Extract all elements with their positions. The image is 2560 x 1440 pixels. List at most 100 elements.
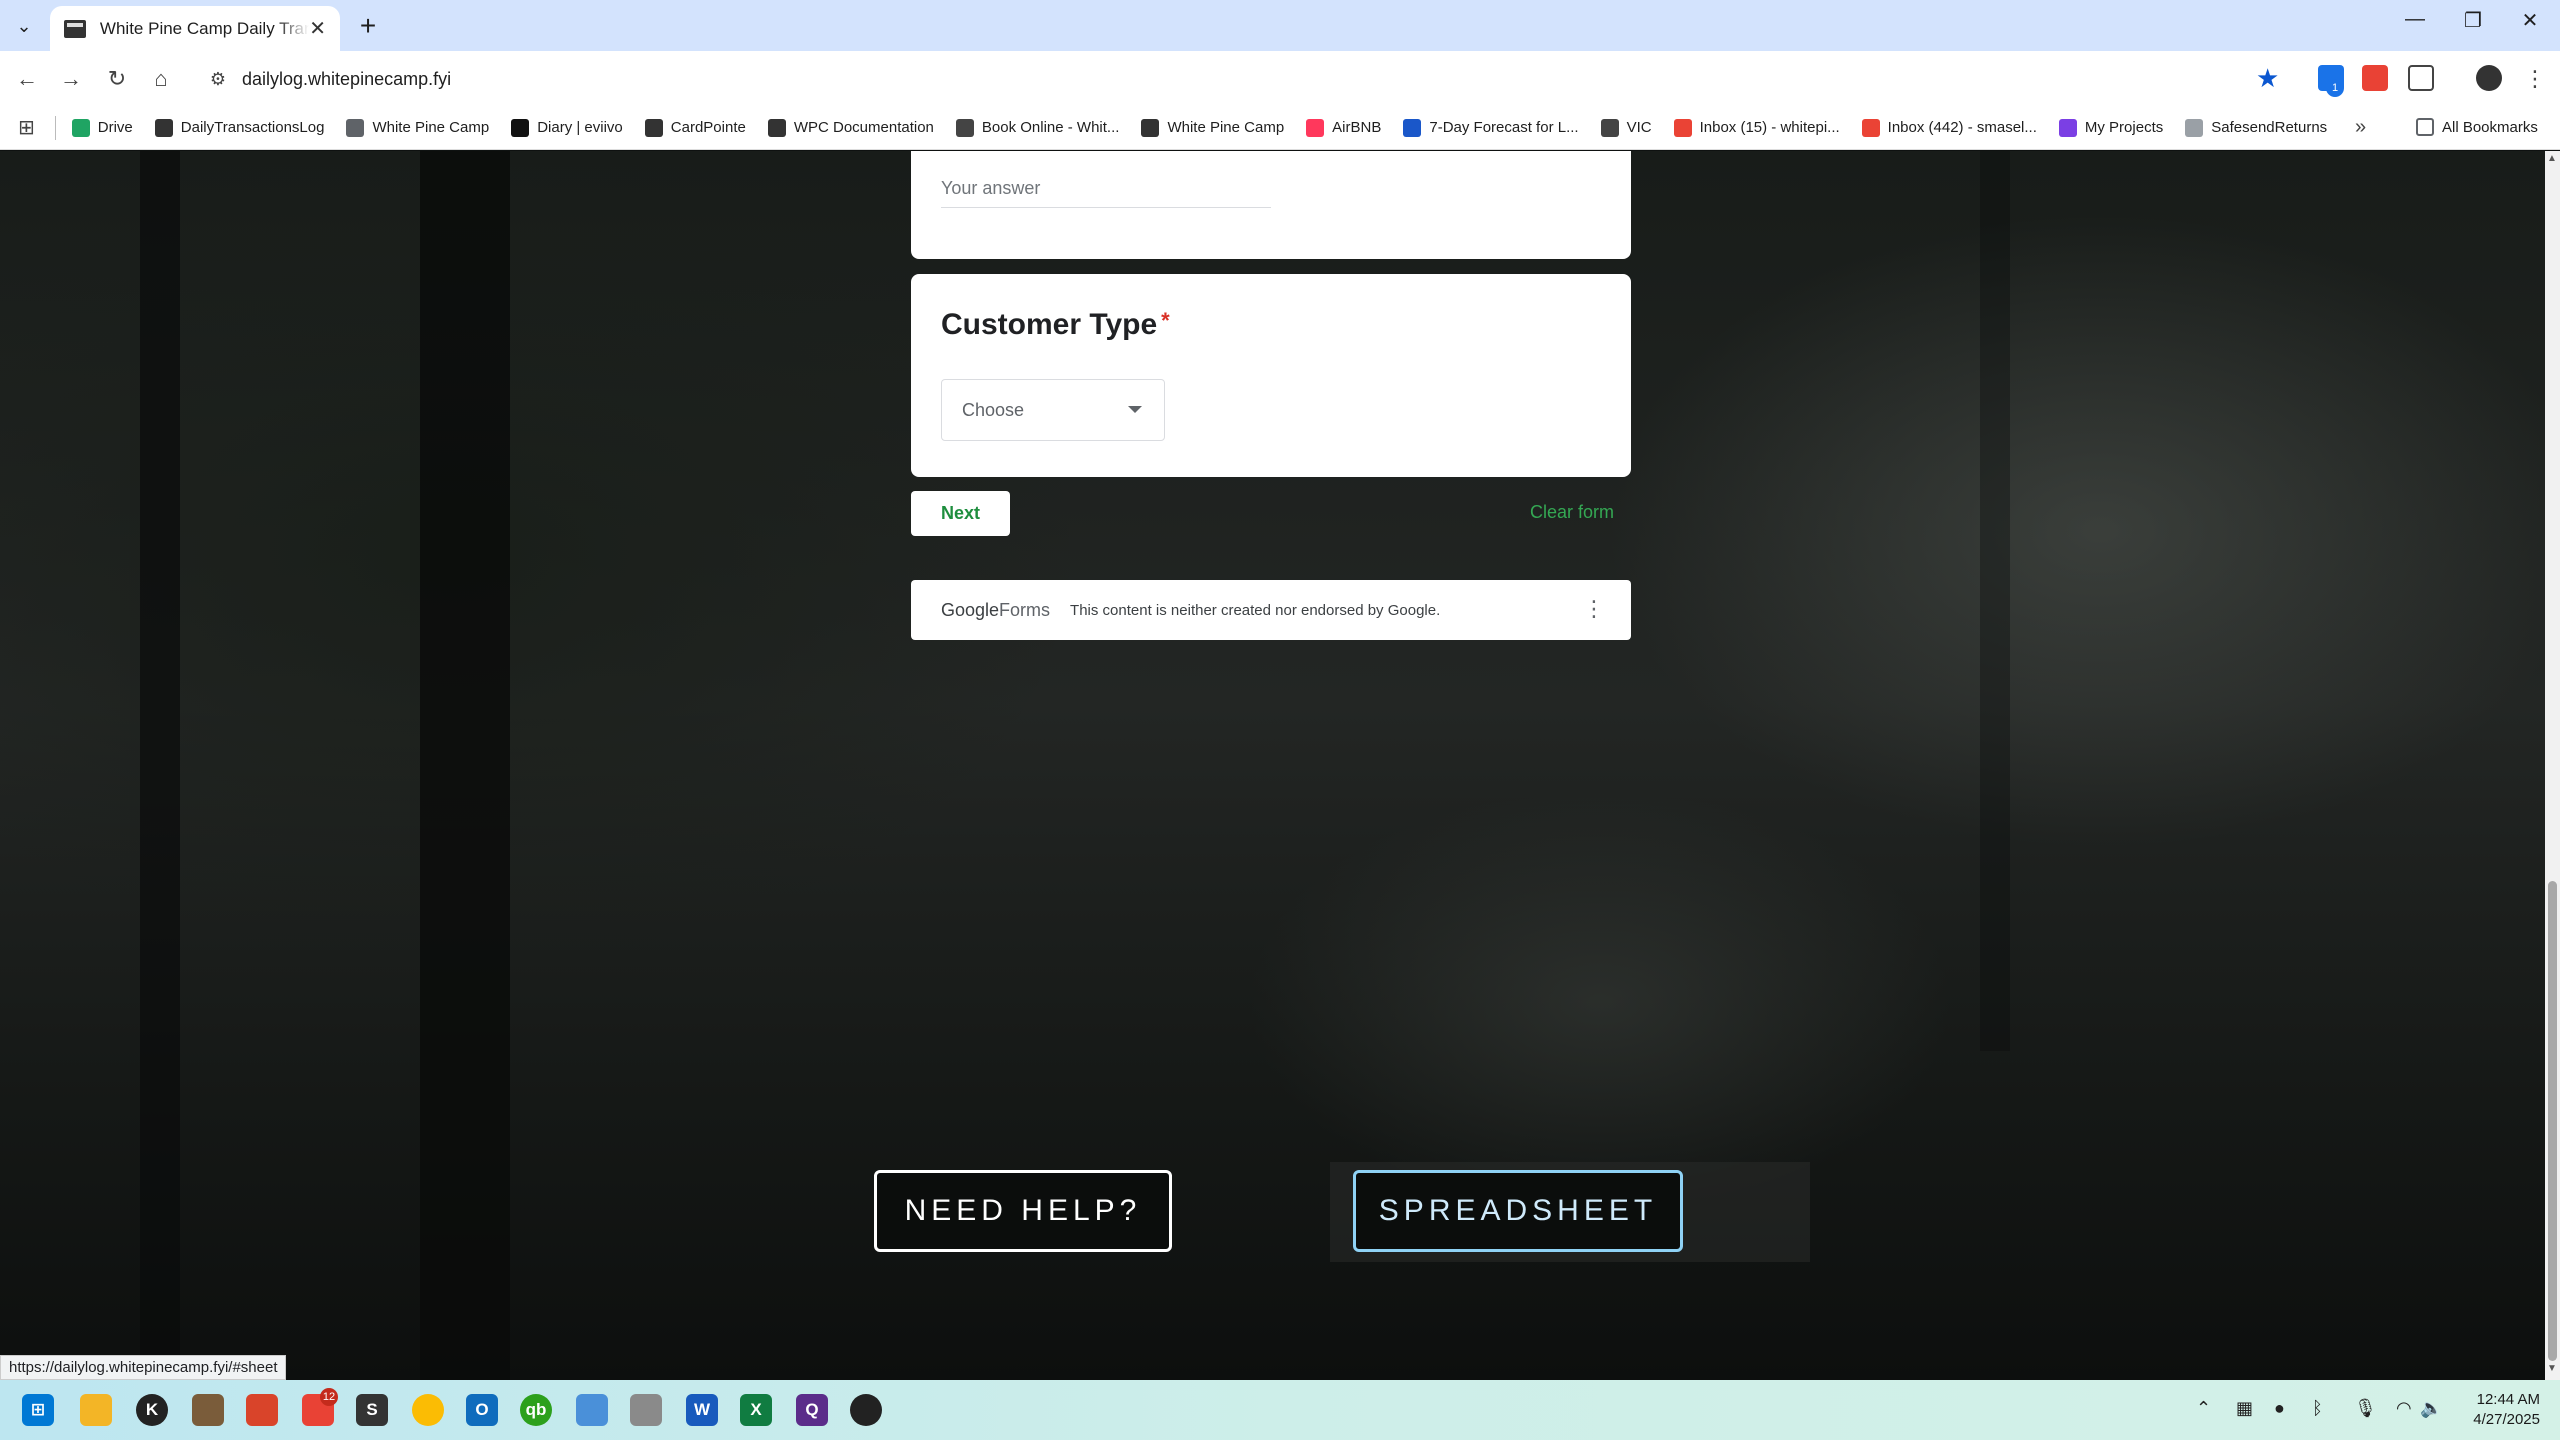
answer-input[interactable]: Your answer (941, 178, 1271, 208)
bookmark-label: DailyTransactionsLog (180, 119, 325, 136)
scroll-down-icon[interactable]: ▼ (2547, 1363, 2557, 1374)
customer-type-dropdown[interactable]: Choose (941, 379, 1165, 441)
bluetooth-icon[interactable]: ᛒ (2312, 1398, 2323, 1419)
microphone-icon[interactable]: 🎙 (2354, 1398, 2377, 1419)
restore-icon[interactable]: ❐ (2458, 8, 2488, 33)
back-icon[interactable]: ← (12, 64, 42, 94)
background-tree (1980, 151, 2010, 1051)
printer-app-icon[interactable] (630, 1394, 662, 1426)
bookmark-label: Book Online - Whit... (981, 119, 1120, 136)
app-q-icon[interactable]: Q (796, 1394, 828, 1426)
bookmark-label: 7-Day Forecast for L... (1429, 119, 1579, 136)
spreadsheet-button[interactable]: SPREADSHEET (1353, 1170, 1683, 1252)
bookmark-item[interactable]: Drive (71, 118, 133, 137)
site-icon (767, 118, 786, 137)
system-clock[interactable]: 12:44 AM 4/27/2025 (2440, 1390, 2540, 1430)
bookmark-item[interactable]: CardPointe (644, 118, 746, 137)
url-text[interactable]: dailylog.whitepinecamp.fyi (242, 69, 451, 90)
profile-icon[interactable] (2476, 65, 2502, 91)
bookmark-label: White Pine Camp (1167, 119, 1285, 136)
question-title: Customer Type * (941, 308, 1170, 342)
bookmark-label: Inbox (15) - whitepi... (1699, 119, 1840, 136)
quickbooks-icon[interactable]: qb (520, 1394, 552, 1426)
excel-icon[interactable]: X (740, 1394, 772, 1426)
minimize-icon[interactable]: — (2400, 8, 2430, 31)
tray-app-icon[interactable]: ▦ (2236, 1398, 2253, 1419)
bookmark-item[interactable]: Book Online - Whit... (955, 118, 1120, 137)
wifi-icon[interactable]: ◠ (2396, 1398, 2412, 1419)
clear-form-button[interactable]: Clear form (1530, 502, 1614, 523)
bookmark-item[interactable]: White Pine Camp (346, 118, 490, 137)
projects-icon (2058, 118, 2077, 137)
word-icon[interactable]: W (686, 1394, 718, 1426)
bookmark-item[interactable]: Inbox (442) - smasel... (1861, 118, 2037, 137)
close-icon[interactable]: ✕ (309, 16, 326, 41)
chevron-up-icon[interactable]: ⌃ (2196, 1398, 2211, 1419)
calendar-app-icon[interactable] (246, 1394, 278, 1426)
tray-color-icon[interactable]: ● (2274, 1398, 2285, 1419)
app-k-icon[interactable]: K (136, 1394, 168, 1426)
new-tab-button[interactable]: + (352, 10, 384, 42)
windows-start-icon[interactable]: ⊞ (22, 1394, 54, 1426)
app-grid-icon[interactable] (192, 1394, 224, 1426)
kebab-menu-icon[interactable]: ⋮ (2520, 64, 2550, 94)
bookmark-item[interactable]: White Pine Camp (1141, 118, 1285, 137)
tab-strip: ⌄ White Pine Camp Daily Transactions ✕ +… (0, 0, 2560, 51)
forward-icon[interactable]: → (56, 64, 86, 94)
bookmark-item[interactable]: My Projects (2058, 118, 2163, 137)
all-bookmarks-label: All Bookmarks (2442, 118, 2538, 136)
bookmark-item[interactable]: DailyTransactionsLog (154, 118, 325, 137)
app-black-icon[interactable] (850, 1394, 882, 1426)
bookmark-item[interactable]: 7-Day Forecast for L... (1403, 118, 1579, 137)
chevron-double-right-icon[interactable]: » (2355, 116, 2366, 139)
apps-grid-icon[interactable]: ⊞ (18, 115, 35, 140)
bookmark-label: CardPointe (670, 119, 746, 136)
customer-type-card: Customer Type * Choose (911, 274, 1631, 477)
home-icon[interactable]: ⌂ (146, 64, 176, 94)
scroll-up-icon[interactable]: ▲ (2547, 153, 2557, 164)
bookmark-label: White Pine Camp (372, 119, 490, 136)
site-info-icon[interactable]: ⚙ (204, 65, 232, 93)
scroll-thumb[interactable] (2548, 881, 2557, 1361)
snipping-tool-icon[interactable] (576, 1394, 608, 1426)
bookmark-item[interactable]: Inbox (15) - whitepi... (1673, 118, 1840, 137)
all-bookmarks-button[interactable]: All Bookmarks (2416, 118, 2538, 136)
window-close-icon[interactable]: ✕ (2515, 8, 2545, 33)
bookmark-item[interactable]: VIC (1600, 118, 1652, 137)
page-scrollbar[interactable]: ▲ ▼ (2545, 151, 2560, 1380)
required-asterisk: * (1161, 308, 1170, 333)
bookmark-star-icon[interactable]: ★ (2256, 63, 2279, 94)
logo-google-text: Google (941, 599, 1000, 620)
google-forms-footer: GoogleForms This content is neither crea… (911, 580, 1631, 640)
bookmark-item[interactable]: AirBNB (1306, 118, 1382, 137)
page-background: Your answer Customer Type * Choose Next C… (0, 151, 2545, 1380)
tab-search-button[interactable]: ⌄ (10, 12, 38, 40)
file-explorer-icon[interactable] (80, 1394, 112, 1426)
folder-icon (346, 118, 365, 137)
airbnb-icon (1306, 118, 1325, 137)
address-bar[interactable]: ⚙ dailylog.whitepinecamp.fyi (196, 57, 2296, 101)
more-options-icon[interactable]: ⋮ (1583, 596, 1605, 622)
clock-time: 12:44 AM (2476, 1391, 2540, 1408)
bookmarks-bar: ⊞ Drive DailyTransactionsLog White Pine Ca… (0, 106, 2560, 150)
need-help-button[interactable]: NEED HELP? (874, 1170, 1172, 1252)
next-button[interactable]: Next (911, 491, 1010, 536)
reload-icon[interactable]: ↻ (102, 64, 132, 94)
bookmark-item[interactable]: Diary | eviivo (511, 118, 623, 137)
navigation-bar: ← → ↻ ⌂ ⚙ dailylog.whitepinecamp.fyi ★ 1… (0, 51, 2560, 106)
outlook-icon[interactable]: O (466, 1394, 498, 1426)
extension-icon[interactable] (2362, 65, 2388, 91)
bookmark-label: AirBNB (1332, 119, 1382, 136)
active-tab[interactable]: White Pine Camp Daily Transactions ✕ (50, 6, 340, 51)
bookmark-item[interactable]: SafesendReturns (2185, 118, 2327, 137)
google-forms-logo[interactable]: GoogleForms (941, 600, 1050, 621)
dropdown-value: Choose (962, 399, 1025, 420)
app-s-icon[interactable]: S (356, 1394, 388, 1426)
logo-forms-text: Forms (999, 599, 1051, 620)
answer-question-card: Your answer (911, 151, 1631, 259)
forms-disclaimer: This content is neither created nor endo… (1070, 601, 1441, 619)
bookmark-item[interactable]: WPC Documentation (767, 118, 934, 137)
chrome-icon[interactable] (412, 1394, 444, 1426)
card-icon (644, 118, 663, 137)
puzzle-icon[interactable] (2408, 65, 2434, 91)
